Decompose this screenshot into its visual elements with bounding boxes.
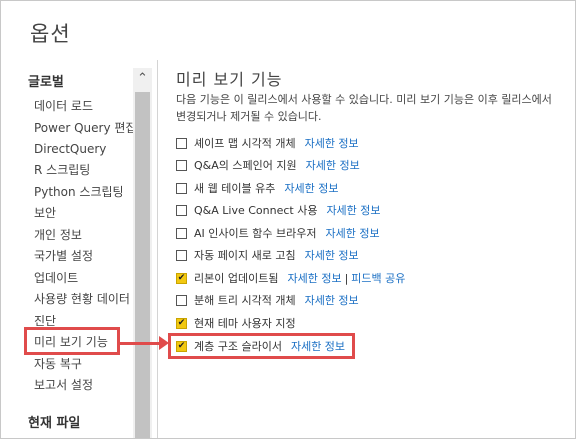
sidebar-item-report-settings[interactable]: 보고서 설정 [34, 377, 93, 393]
sidebar-item-security[interactable]: 보안 [34, 205, 56, 221]
feature-checkbox[interactable] [176, 204, 187, 216]
sidebar-item-data-load[interactable]: 데이터 로드 [34, 98, 93, 114]
feature-row: 셰이프 맵 시각적 개체 자세한 정보 [176, 135, 359, 151]
link-separator: | [344, 271, 349, 285]
sidebar-item-power-query-editor[interactable]: Power Query 편집기 [34, 120, 148, 136]
feature-label: 새 웹 테이블 유추 [194, 182, 276, 195]
learn-more-link[interactable]: 자세한 정보 [305, 247, 359, 263]
feature-checkbox[interactable] [176, 159, 187, 171]
share-feedback-link[interactable]: 피드백 공유 [351, 270, 405, 286]
feature-row: Q&A Live Connect 사용 자세한 정보 [176, 202, 381, 218]
sidebar-item-privacy[interactable]: 개인 정보 [34, 227, 82, 243]
page-title: 미리 보기 기능 [176, 70, 283, 89]
learn-more-link[interactable]: 자세한 정보 [306, 157, 360, 173]
page-description: 다음 기능은 이 릴리스에서 사용할 수 있습니다. 미리 보기 기능은 이후 … [176, 93, 552, 123]
feature-row: ✔ 리본이 업데이트됨 자세한 정보 | 피드백 공유 [176, 270, 405, 286]
feature-checkbox[interactable] [176, 249, 187, 261]
preview-features-highlight [24, 327, 120, 355]
feature-label: 현재 테마 사용자 지정 [194, 317, 296, 330]
learn-more-link[interactable]: 자세한 정보 [305, 135, 359, 151]
feature-row: 자동 페이지 새로 고침 자세한 정보 [176, 247, 359, 263]
sidebar-item-updates[interactable]: 업데이트 [34, 270, 78, 286]
scrollbar-thumb[interactable] [135, 92, 150, 438]
feature-label: Q&A Live Connect 사용 [194, 204, 318, 217]
feature-label: 셰이프 맵 시각적 개체 [194, 137, 296, 150]
sidebar-item-directquery[interactable]: DirectQuery [34, 141, 106, 157]
sidebar-scrollbar[interactable]: ⌃ [133, 68, 152, 438]
sidebar-item-usage-data[interactable]: 사용량 현황 데이터 [34, 291, 130, 307]
sidebar-item-auto-recovery[interactable]: 자동 복구 [34, 356, 82, 372]
learn-more-link[interactable]: 자세한 정보 [326, 202, 380, 218]
feature-label: 분해 트리 시각적 개체 [194, 294, 296, 307]
feature-row: 분해 트리 시각적 개체 자세한 정보 [176, 292, 359, 308]
feature-row: Q&A의 스페인어 지원 자세한 정보 [176, 157, 360, 173]
feature-checkbox[interactable]: ✔ [176, 272, 187, 284]
feature-row: 새 웹 테이블 유추 자세한 정보 [176, 180, 338, 196]
feature-label: Q&A의 스페인어 지원 [194, 159, 297, 172]
feature-label: 자동 페이지 새로 고침 [194, 249, 296, 262]
sidebar-item-python-scripting[interactable]: Python 스크립팅 [34, 184, 124, 200]
learn-more-link[interactable]: 자세한 정보 [287, 270, 341, 286]
section-header-current-file: 현재 파일 [28, 416, 81, 431]
feature-label: AI 인사이트 함수 브라우저 [194, 227, 317, 240]
section-header-global: 글로벌 [28, 75, 64, 90]
learn-more-link[interactable]: 자세한 정보 [305, 292, 359, 308]
callout-arrow-line [120, 342, 162, 345]
feature-checkbox[interactable] [176, 294, 187, 306]
hierarchy-slicer-highlight [168, 333, 355, 359]
feature-row: AI 인사이트 함수 브라우저 자세한 정보 [176, 225, 380, 241]
feature-checkbox[interactable] [176, 182, 187, 194]
feature-checkbox[interactable] [176, 137, 187, 149]
feature-checkbox[interactable]: ✔ [176, 317, 187, 329]
dialog-title: 옵션 [30, 22, 71, 46]
chevron-up-icon[interactable]: ⌃ [133, 68, 152, 90]
learn-more-link[interactable]: 자세한 정보 [325, 225, 379, 241]
sidebar-item-r-scripting[interactable]: R 스크립팅 [34, 162, 90, 178]
sidebar: 글로벌 데이터 로드 Power Query 편집기 DirectQuery R… [0, 60, 158, 438]
feature-label: 리본이 업데이트됨 [194, 272, 279, 285]
learn-more-link[interactable]: 자세한 정보 [284, 180, 338, 196]
feature-row: ✔ 현재 테마 사용자 지정 [176, 315, 296, 331]
feature-checkbox[interactable] [176, 227, 187, 239]
sidebar-item-regional-settings[interactable]: 국가별 설정 [34, 248, 93, 264]
